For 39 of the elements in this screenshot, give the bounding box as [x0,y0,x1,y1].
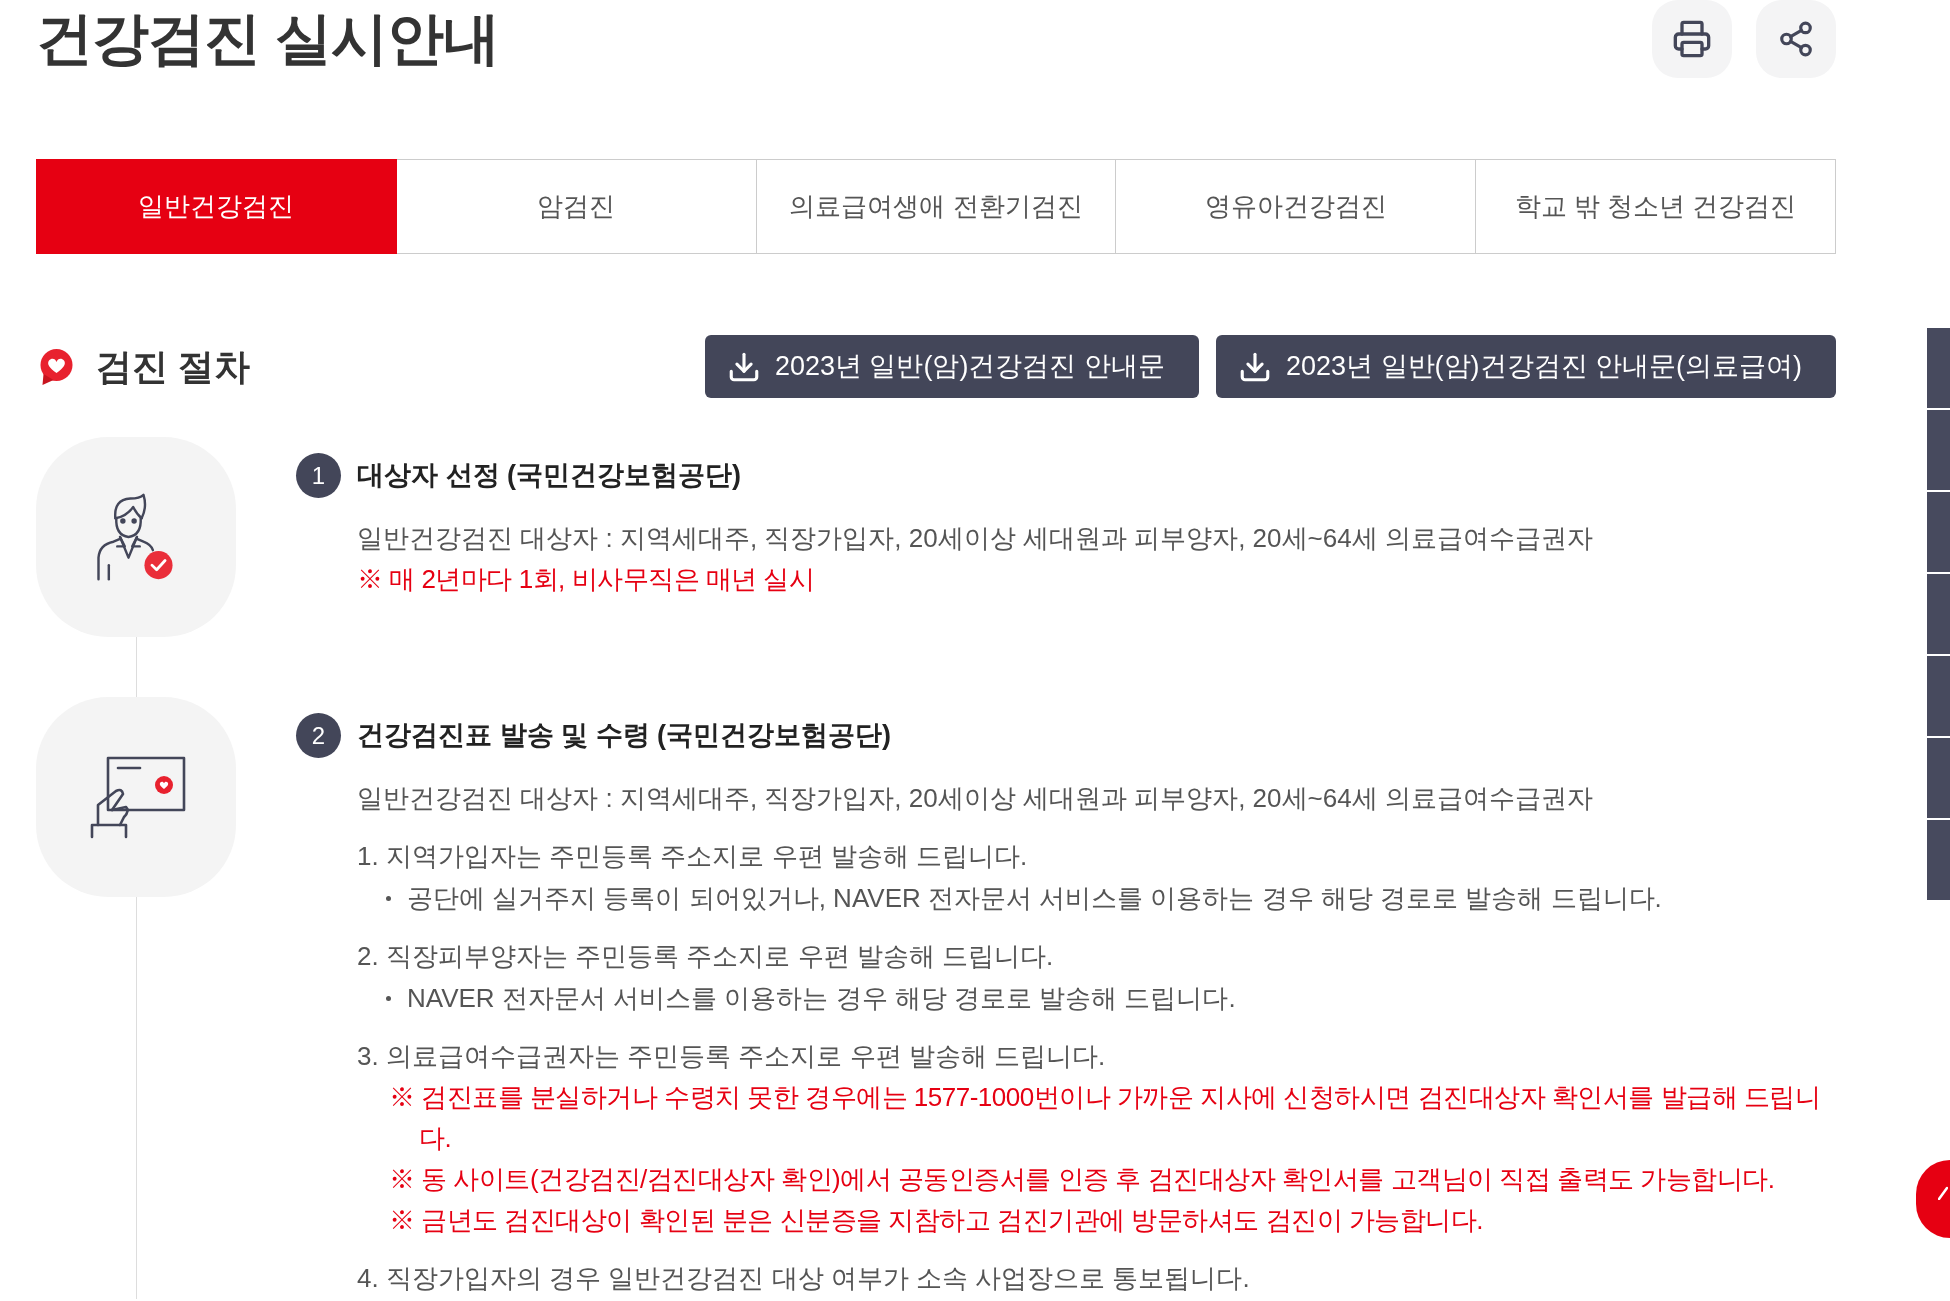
slash-icon [1938,1186,1948,1200]
tab[interactable]: 일반건강검진 [36,159,397,254]
note-text: ※ 매 2년마다 1회, 비사무직은 매년 실시 [357,563,815,596]
bullet-icon [386,995,391,1001]
list-item-text: 4. 직장가입자의 경우 일반건강검진 대상 여부가 소속 사업장으로 통보됩니다. [357,1262,1250,1295]
list-item-text: 2. 직장피부양자는 주민등록 주소지로 우편 발송해 드립니다. [357,940,1054,973]
side-menu-tab[interactable] [1927,328,1950,408]
step-number: 1 [296,453,341,498]
side-menu-tab[interactable] [1927,574,1950,654]
tab[interactable]: 영유아건강검진 [1115,159,1477,254]
list-item-text: 3. 의료급여수급권자는 주민등록 주소지로 우편 발송해 드립니다. [357,1040,1106,1073]
side-menu-tab[interactable] [1927,656,1950,736]
step-title: 건강검진표 발송 및 수령 (국민건강보험공단) [357,719,891,753]
step-title: 대상자 선정 (국민건강보험공단) [357,459,741,493]
share-icon [1777,20,1815,58]
note-text: ※ 검진표를 분실하거나 수령치 못한 경우에는 1577-1000번이나 가까운 지사에 신청하시면 검진대상자 확인서를 발급해 드립니다. [389,1081,1822,1155]
page-title: 건강검진 실시안내 [36,5,499,72]
tab[interactable]: 학교 밖 청소년 건강검진 [1475,159,1836,254]
side-menu-tab[interactable] [1927,738,1950,818]
print-icon [1672,19,1712,59]
side-menu-tab[interactable] [1927,820,1950,900]
list-subitem-text: NAVER 전자문서 서비스를 이용하는 경우 해당 경로로 발송해 드립니다. [407,982,1236,1015]
section-title: 검진 절차 [96,344,250,389]
body-text: 일반건강검진 대상자 : 지역세대주, 직장가입자, 20세이상 세대원과 피부양자, 20세~64세 의료급여수급권자 [357,782,1593,815]
list-item-text: 1. 지역가입자는 주민등록 주소지로 우편 발송해 드립니다. [357,840,1028,873]
tab[interactable]: 암검진 [395,159,757,254]
tab[interactable]: 의료급여생애 전환기검진 [755,159,1117,254]
download-button[interactable]: 2023년 일반(암)건강검진 안내문 [704,335,1199,398]
print-button[interactable] [1652,0,1732,78]
note-text: ※ 금년도 검진대상이 확인된 분은 신분증을 지참하고 검진기관에 방문하셔도 검진이 가능합니다. [389,1204,1483,1237]
download-button[interactable]: 2023년 일반(암)건강검진 안내문(의료급여) [1215,335,1836,398]
body-text: 일반건강검진 대상자 : 지역세대주, 직장가입자, 20세이상 세대원과 피부양자, 20세~64세 의료급여수급권자 [357,522,1593,555]
bullet-icon [386,895,391,901]
step-number: 2 [296,713,341,758]
list-subitem-text: 공단에 실거주지 등록이 되어있거나, NAVER 전자문서 서비스를 이용하는 경우 해당 경로로 발송해 드립니다. [407,882,1662,915]
side-menu-tab[interactable] [1927,492,1950,572]
share-button[interactable] [1756,0,1836,78]
side-menu-tab[interactable] [1927,410,1950,490]
note-text: ※ 동 사이트(건강검진/검진대상자 확인)에서 공동인증서를 인증 후 검진대상자 확인서를 고객님이 직접 출력도 가능합니다. [389,1163,1775,1196]
